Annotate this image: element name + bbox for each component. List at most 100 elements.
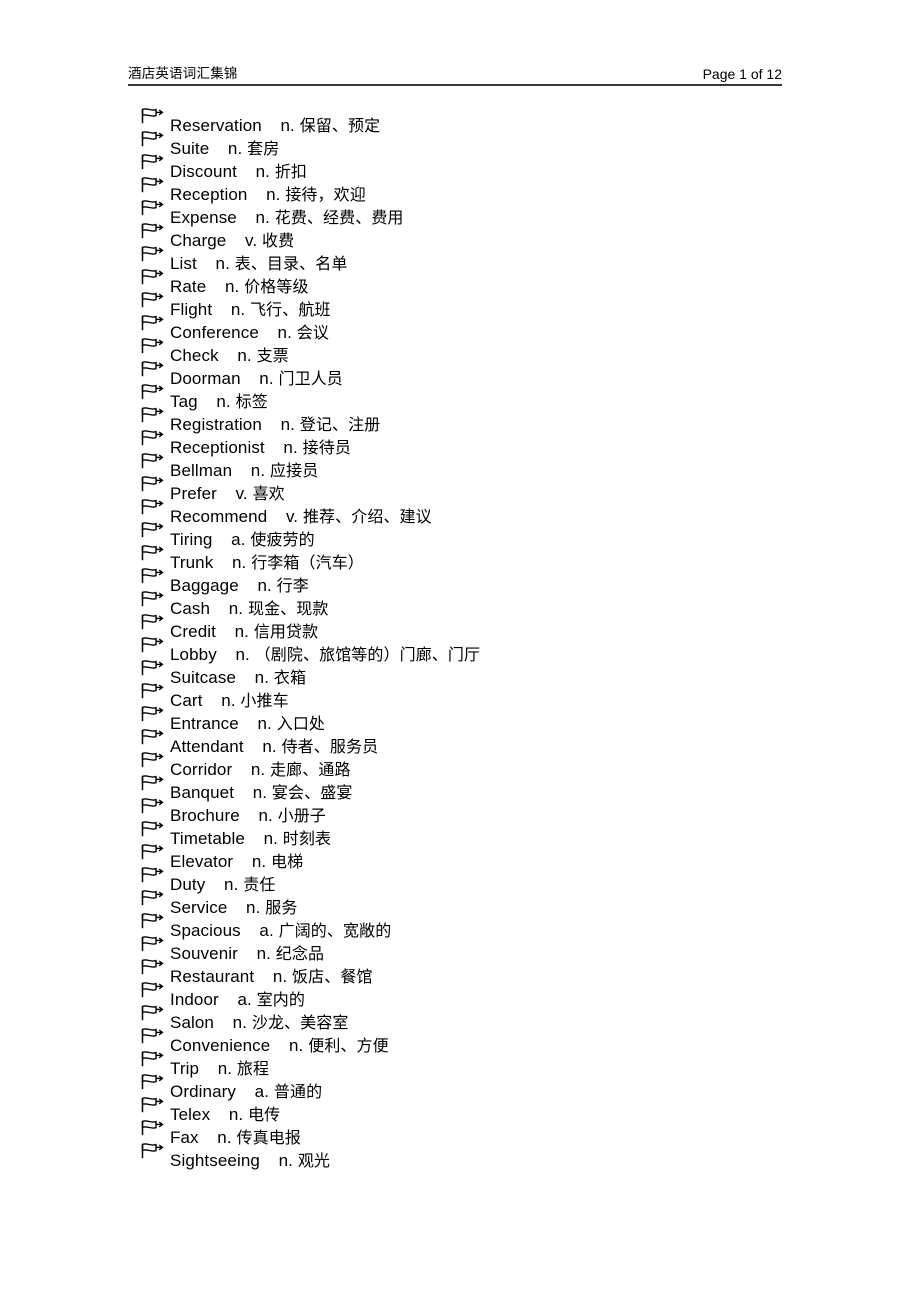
entry-translation: 花费、经费、费用 bbox=[274, 208, 404, 227]
entry-part-of-speech: v. bbox=[285, 507, 299, 526]
entry-part-of-speech: n. bbox=[280, 415, 295, 434]
vocabulary-entry: Banquet n. 宴会、盛宴 bbox=[170, 781, 352, 804]
entry-translation: 接待，欢迎 bbox=[285, 185, 366, 204]
entry-word: Fax bbox=[170, 1128, 199, 1147]
entry-word: Timetable bbox=[170, 829, 245, 848]
entry-part-of-speech: n. bbox=[254, 668, 270, 687]
entry-translation: 现金、现款 bbox=[247, 599, 329, 618]
flag-bullet-icon bbox=[138, 819, 170, 842]
flag-bullet-icon bbox=[138, 198, 170, 221]
vocabulary-entry: Suite n. 套房 bbox=[170, 137, 279, 160]
flag-bullet-icon bbox=[138, 543, 170, 566]
vocabulary-entry: Cash n. 现金、现款 bbox=[170, 597, 328, 620]
flag-bullet-icon bbox=[138, 589, 170, 612]
entry-translation: 传真电报 bbox=[236, 1128, 301, 1147]
vocabulary-entry: Expense n. 花费、经费、费用 bbox=[170, 206, 404, 229]
entry-word: Recommend bbox=[170, 507, 268, 526]
entry-word: Prefer bbox=[170, 484, 217, 503]
flag-bullet-icon bbox=[138, 175, 170, 198]
vocabulary-entry: Attendant n. 侍者、服务员 bbox=[170, 735, 378, 758]
entry-translation: 衣箱 bbox=[273, 668, 307, 687]
flag-bullet-icon bbox=[138, 106, 170, 129]
flag-bullet-icon bbox=[138, 796, 170, 819]
vocabulary-entry: Corridor n. 走廊、通路 bbox=[170, 758, 351, 781]
entry-translation: 价格等级 bbox=[244, 277, 309, 296]
list-item: Reservation n. 保留、预定 bbox=[138, 106, 838, 135]
entry-part-of-speech: n. bbox=[252, 783, 268, 802]
vocabulary-entry: Check n. 支票 bbox=[170, 344, 289, 367]
flag-bullet-icon bbox=[138, 980, 170, 1003]
vocabulary-entry: Convenience n. 便利、方便 bbox=[170, 1034, 389, 1057]
entry-translation: 登记、注册 bbox=[299, 415, 381, 434]
entry-word: Conference bbox=[170, 323, 259, 342]
entry-word: Convenience bbox=[170, 1036, 271, 1055]
vocabulary-entry: Service n. 服务 bbox=[170, 896, 297, 919]
entry-word: Tiring bbox=[170, 530, 213, 549]
entry-part-of-speech: a. bbox=[259, 921, 274, 940]
entry-word: Cart bbox=[170, 691, 203, 710]
entry-translation: 室内的 bbox=[256, 990, 305, 1009]
vocabulary-entry: Doorman n. 门卫人员 bbox=[170, 367, 343, 390]
entry-part-of-speech: n. bbox=[221, 691, 236, 710]
entry-word: Corridor bbox=[170, 760, 233, 779]
flag-bullet-icon bbox=[138, 129, 170, 152]
entry-translation: 行李箱（汽车） bbox=[251, 553, 364, 572]
entry-part-of-speech: n. bbox=[262, 737, 277, 756]
entry-word: Indoor bbox=[170, 990, 219, 1009]
vocabulary-entry: Fax n. 传真电报 bbox=[170, 1126, 301, 1149]
entry-translation: 饭店、餐馆 bbox=[292, 967, 373, 986]
entry-part-of-speech: n. bbox=[250, 760, 266, 779]
entry-word: Credit bbox=[170, 622, 216, 641]
vocabulary-entry: Trunk n. 行李箱（汽车） bbox=[170, 551, 364, 574]
flag-bullet-icon bbox=[138, 152, 170, 175]
vocabulary-entry: Prefer v. 喜欢 bbox=[170, 482, 285, 505]
entry-translation: 推荐、介绍、建议 bbox=[302, 507, 432, 526]
entry-word: Banquet bbox=[170, 783, 235, 802]
flag-bullet-icon bbox=[138, 773, 170, 796]
vocabulary-entry: Salon n. 沙龙、美容室 bbox=[170, 1011, 348, 1034]
entry-word: Check bbox=[170, 346, 219, 365]
flag-bullet-icon bbox=[138, 405, 170, 428]
entry-translation: 表、目录、名单 bbox=[234, 254, 348, 273]
entry-part-of-speech: n. bbox=[237, 346, 252, 365]
entry-word: Reception bbox=[170, 185, 248, 204]
entry-part-of-speech: n. bbox=[278, 1151, 293, 1170]
entry-part-of-speech: n. bbox=[217, 1059, 233, 1078]
entry-part-of-speech: n. bbox=[257, 714, 272, 733]
entry-part-of-speech: n. bbox=[231, 553, 247, 572]
entry-word: Receptionist bbox=[170, 438, 265, 457]
entry-word: Duty bbox=[170, 875, 206, 894]
vocabulary-entry: Rate n. 价格等级 bbox=[170, 275, 309, 298]
entry-part-of-speech: n. bbox=[255, 162, 270, 181]
entry-translation: 侍者、服务员 bbox=[281, 737, 379, 756]
document-title: 酒店英语词汇集锦 bbox=[128, 66, 238, 81]
flag-bullet-icon bbox=[138, 313, 170, 336]
vocabulary-entry: Ordinary a. 普通的 bbox=[170, 1080, 322, 1103]
vocabulary-entry: Credit n. 信用贷款 bbox=[170, 620, 318, 643]
entry-word: Lobby bbox=[170, 645, 217, 664]
flag-bullet-icon bbox=[138, 1095, 170, 1118]
flag-bullet-icon bbox=[138, 244, 170, 267]
vocabulary-entry: Discount n. 折扣 bbox=[170, 160, 307, 183]
entry-translation: 广阔的、宽敞的 bbox=[278, 921, 392, 940]
entry-part-of-speech: n. bbox=[280, 116, 295, 135]
vocabulary-entry: Restaurant n. 饭店、餐馆 bbox=[170, 965, 373, 988]
entry-translation: 收费 bbox=[262, 231, 295, 250]
entry-part-of-speech: v. bbox=[235, 484, 248, 503]
vocabulary-entry: Telex n. 电传 bbox=[170, 1103, 280, 1126]
entry-translation: 沙龙、美容室 bbox=[251, 1013, 349, 1032]
flag-bullet-icon bbox=[138, 451, 170, 474]
entry-translation: 会议 bbox=[296, 323, 329, 342]
entry-translation: 电传 bbox=[248, 1105, 281, 1124]
entry-part-of-speech: n. bbox=[250, 461, 266, 480]
flag-bullet-icon bbox=[138, 359, 170, 382]
entry-word: Elevator bbox=[170, 852, 234, 871]
flag-bullet-icon bbox=[138, 1026, 170, 1049]
flag-bullet-icon bbox=[138, 566, 170, 589]
entry-word: Reservation bbox=[170, 116, 262, 135]
flag-bullet-icon bbox=[138, 1003, 170, 1026]
vocabulary-entry: Elevator n. 电梯 bbox=[170, 850, 303, 873]
entry-part-of-speech: n. bbox=[256, 944, 271, 963]
entry-part-of-speech: a. bbox=[231, 530, 246, 549]
entry-word: Ordinary bbox=[170, 1082, 236, 1101]
